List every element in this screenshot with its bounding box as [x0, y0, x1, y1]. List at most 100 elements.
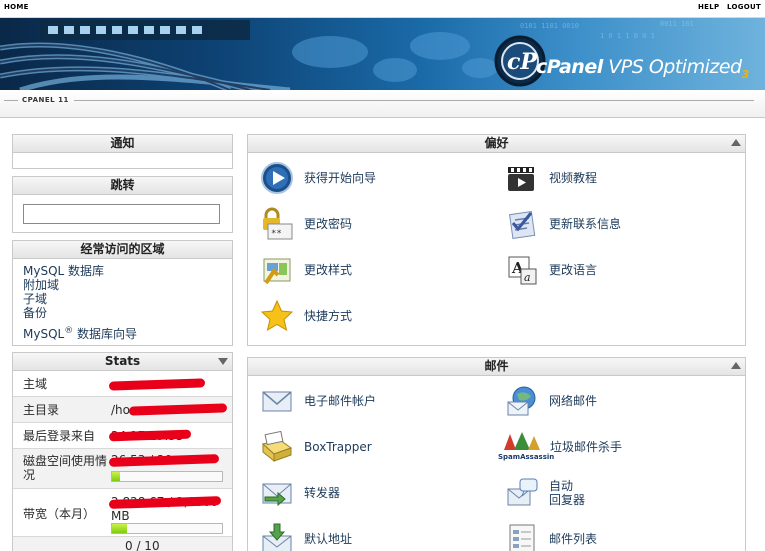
stat-label: 主目录 — [23, 403, 60, 417]
jump-box: 跳转 — [12, 176, 233, 233]
mail-forwarders[interactable]: 转发器 — [260, 476, 340, 510]
bandwidth-unit: MB — [111, 509, 130, 523]
lock-icon: ** — [263, 207, 293, 240]
preferences-title-text: 偏好 — [484, 136, 509, 150]
mail-label: 转发器 — [304, 486, 341, 500]
frequent-box: 经常访问的区域 MySQL 数据库 附加域 子域 备份 MySQL® 数据库向导 — [12, 240, 233, 346]
mail-panel: 邮件 电子邮件帐户 网络邮件 BoxTrapper SpamAssassin 垃… — [247, 357, 746, 551]
pref-label: 快捷方式 — [304, 309, 353, 323]
svg-text:0011 101: 0011 101 — [660, 20, 694, 28]
jump-input[interactable] — [23, 204, 220, 224]
default-address-icon — [262, 523, 292, 551]
mail-webmail[interactable]: 网络邮件 — [505, 384, 597, 418]
stat-value: 0 / 10 — [125, 539, 160, 551]
frequent-item-mysql-wizard[interactable]: MySQL® 数据库向导 — [23, 324, 137, 341]
stat-label: 主域 — [23, 377, 48, 391]
frequent-item-mysql-wizard-suffix: 数据库向导 — [73, 327, 138, 341]
pref-label: 更改语言 — [549, 263, 598, 277]
mail-title-text: 邮件 — [484, 359, 509, 373]
mail-label: 默认地址 — [304, 532, 353, 546]
pref-label: 更改密码 — [304, 217, 353, 231]
frequent-list: MySQL 数据库 附加域 子域 备份 MySQL® 数据库向导 — [23, 264, 137, 341]
stats-box: Stats 主域 主目录 /ho 最后登录来自 24.17.29.35 磁盘空间… — [12, 352, 233, 551]
registered-mark: ® — [64, 326, 74, 336]
play-icon — [261, 162, 293, 194]
frequent-title: 经常访问的区域 — [13, 241, 232, 259]
preferences-title[interactable]: 偏好 — [248, 135, 745, 153]
breadcrumb[interactable]: CPANEL 11 — [22, 96, 69, 104]
pref-change-language[interactable]: A a 更改语言 — [505, 253, 597, 287]
style-icon — [263, 258, 291, 285]
bandwidth-fill — [112, 524, 128, 533]
cpanel-logo-mark: cP — [507, 49, 538, 75]
bandwidth-bar — [111, 523, 223, 534]
stats-title[interactable]: Stats — [13, 353, 232, 371]
logout-link[interactable]: LOGOUT — [727, 3, 761, 11]
pref-label: 更新联系信息 — [549, 217, 622, 231]
stat-label: 带宽（本月） — [23, 507, 96, 521]
pref-getting-started[interactable]: 获得开始向导 — [260, 161, 376, 195]
star-icon — [260, 299, 294, 332]
stats-row-last-login: 最后登录来自 24.17.29.35 — [13, 423, 232, 449]
boxtrapper-icon — [261, 430, 293, 463]
pref-change-style[interactable]: 更改样式 — [260, 253, 352, 287]
webmail-globe-icon — [507, 386, 536, 416]
mail-title[interactable]: 邮件 — [248, 358, 745, 376]
redaction-mark — [108, 378, 206, 391]
svg-text:a: a — [524, 271, 531, 284]
pref-shortcuts[interactable]: 快捷方式 — [260, 299, 352, 333]
pref-video-tutorials[interactable]: 视频教程 — [505, 161, 597, 195]
frequent-item-mysql[interactable]: MySQL 数据库 — [23, 264, 137, 278]
mailing-list-icon — [509, 524, 535, 551]
stat-label: 最后登录来自 — [23, 429, 96, 443]
frequent-item-mysql-wizard-prefix: MySQL — [23, 327, 65, 341]
spamassassin-icon: SpamAssassin — [498, 430, 554, 464]
mail-autoresponder[interactable]: 自动 回复器 — [505, 476, 585, 510]
frequent-item-backup[interactable]: 备份 — [23, 306, 137, 320]
collapse-arrow-icon[interactable] — [731, 139, 741, 146]
breadcrumb-bar: CPANEL 11 — [0, 90, 765, 118]
stats-row-bandwidth: 带宽（本月） 2,828.67 / 2,0000 MB — [13, 489, 232, 537]
frequent-item-addon-domain[interactable]: 附加域 — [23, 278, 137, 292]
pref-update-contact[interactable]: 更新联系信息 — [505, 207, 621, 241]
mail-default-address[interactable]: 默认地址 — [260, 522, 352, 551]
disk-usage-bar — [111, 471, 223, 482]
logo-version: 3 — [741, 67, 750, 81]
frequent-item-subdomain[interactable]: 子域 — [23, 292, 137, 306]
logo-vps: VPS Optimized — [602, 56, 742, 78]
disk-usage-fill — [112, 472, 120, 481]
stat-label: 磁盘空间使用情况 — [23, 454, 108, 482]
logo-cpanel: cPanel — [536, 56, 603, 78]
spamassassin-logo-icon — [504, 432, 540, 450]
pref-label: 视频教程 — [549, 171, 598, 185]
notice-title: 通知 — [13, 135, 232, 153]
home-link[interactable]: HOME — [4, 3, 29, 11]
mail-label: 网络邮件 — [549, 394, 598, 408]
mail-label: BoxTrapper — [304, 440, 372, 454]
svg-text:1 0 1 1 0 0 1: 1 0 1 1 0 0 1 — [600, 32, 655, 40]
product-logo-text: cPanel VPS Optimized3 — [536, 56, 749, 81]
mail-label: 电子邮件帐户 — [304, 394, 377, 408]
pref-change-password[interactable]: ** 更改密码 — [260, 207, 352, 241]
jump-title: 跳转 — [13, 177, 232, 195]
mail-label: 垃圾邮件杀手 — [550, 440, 623, 454]
collapse-arrow-icon[interactable] — [731, 362, 741, 369]
spamassassin-badge: SpamAssassin — [498, 453, 555, 461]
envelope-icon — [262, 391, 292, 412]
mail-email-accounts[interactable]: 电子邮件帐户 — [260, 384, 376, 418]
stats-row-home-dir: 主目录 /ho — [13, 397, 232, 423]
video-camera-icon — [508, 167, 534, 191]
autoresponder-icon — [507, 478, 538, 506]
stats-row-extra: 0 / 10 — [13, 537, 232, 551]
mail-mailing-lists[interactable]: 邮件列表 — [505, 522, 597, 551]
collapse-arrow-icon[interactable] — [218, 358, 228, 365]
svg-text:0101 1101 0010: 0101 1101 0010 — [520, 22, 579, 30]
mail-boxtrapper[interactable]: BoxTrapper — [260, 430, 372, 464]
top-nav: HOME HELP LOGOUT — [0, 0, 765, 18]
stats-row-main-domain: 主域 — [13, 371, 232, 397]
mail-label: 自动 回复器 — [549, 479, 586, 507]
mail-spam-killer[interactable]: SpamAssassin 垃圾邮件杀手 — [498, 430, 622, 464]
preferences-panel: 偏好 获得开始向导 视频教程 ** 更改密码 更新联系信息 更改样式 A a 更… — [247, 134, 746, 346]
pref-label: 获得开始向导 — [304, 171, 377, 185]
help-link[interactable]: HELP — [698, 3, 719, 11]
